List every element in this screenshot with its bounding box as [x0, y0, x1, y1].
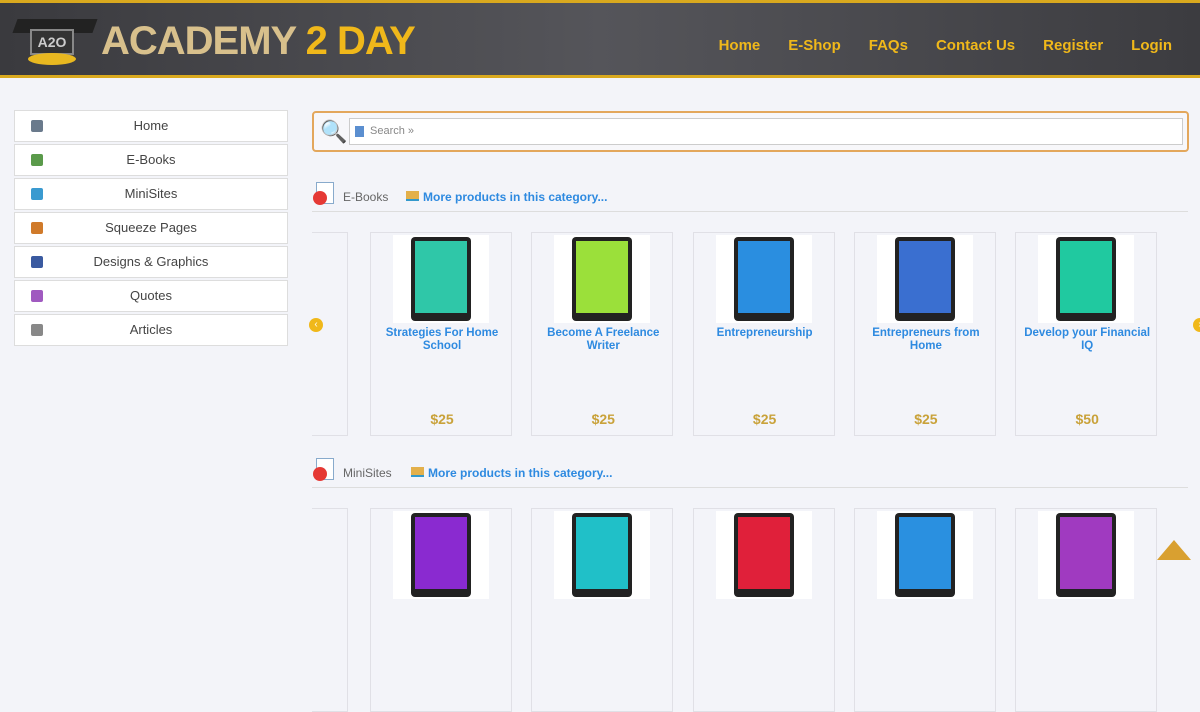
category-name: MiniSites [343, 466, 392, 480]
product-price: $50 [1075, 411, 1099, 427]
product-image [393, 235, 489, 323]
carousel-next-arrow[interactable]: › [1193, 318, 1200, 332]
sidebar-item-label: Articles [129, 322, 173, 337]
sidebar-item[interactable]: Articles [14, 314, 288, 346]
category-icon [31, 256, 43, 268]
category-icon [313, 182, 334, 205]
category-icon [31, 188, 43, 200]
scroll-to-top-button[interactable] [1157, 540, 1191, 560]
nav-eshop[interactable]: E-Shop [788, 37, 841, 54]
product-card[interactable] [370, 508, 512, 712]
sidebar: Home E-Books MiniSites Squeeze Pages Designs… [14, 110, 288, 348]
nav-faqs[interactable]: FAQs [869, 37, 908, 54]
product-card[interactable]: Entrepreneurship $25 [692, 232, 835, 436]
sidebar-item[interactable]: Home [14, 110, 288, 142]
product-card[interactable]: Develop your Financial IQ $50 [1015, 232, 1158, 436]
site-logo[interactable]: A2O ACADEMY 2 DAY [10, 17, 416, 65]
product-title[interactable]: Develop your Financial IQ [1024, 327, 1150, 353]
product-title[interactable]: Strategies For Home School [379, 327, 505, 353]
product-card[interactable] [1015, 508, 1158, 712]
nav-login[interactable]: Login [1131, 37, 1172, 54]
sidebar-item-label: Quotes [130, 288, 172, 303]
nav-home[interactable]: Home [719, 37, 761, 54]
main-nav: Home E-Shop FAQs Contact Us Register Log… [719, 37, 1172, 54]
category-icon [31, 290, 43, 302]
product-card[interactable]: Entrepreneurs from Home $25 [853, 232, 996, 436]
search-input[interactable]: Search » [349, 118, 1183, 145]
sidebar-item[interactable]: E-Books [14, 144, 288, 176]
sidebar-item-label: Home [133, 118, 169, 133]
category-header: MiniSites More products in this category.… [312, 458, 1188, 488]
nav-register[interactable]: Register [1043, 37, 1103, 54]
product-title[interactable]: Become A Freelance Writer [540, 327, 666, 353]
sidebar-item-label: MiniSites [124, 186, 178, 201]
category-icon [313, 458, 334, 481]
site-header: A2O ACADEMY 2 DAY Home E-Shop FAQs Conta… [0, 0, 1200, 78]
product-card[interactable] [853, 508, 996, 712]
product-image [715, 235, 812, 323]
category-icon [31, 120, 43, 132]
category-icon [31, 154, 43, 166]
category-header: E-Books More products in this category... [312, 182, 1188, 212]
product-title[interactable]: Entrepreneurship [702, 327, 828, 340]
product-title[interactable]: Entrepreneurs from Home [863, 327, 989, 353]
product-card[interactable] [531, 508, 674, 712]
product-image [393, 511, 489, 599]
graduation-cap-icon: A2O [10, 17, 98, 65]
category-name: E-Books [343, 190, 389, 204]
sidebar-item-label: Squeeze Pages [105, 220, 197, 235]
product-image [554, 235, 651, 323]
product-price: $25 [914, 411, 938, 427]
search-icon[interactable]: 🔍 [320, 119, 347, 145]
product-image [1038, 235, 1135, 323]
product-card[interactable]: Strategies For Home School $25 [370, 232, 512, 436]
more-products-link[interactable]: More products in this category... [406, 190, 607, 204]
product-price: $25 [430, 411, 454, 427]
product-image [876, 235, 973, 323]
product-card-partial[interactable] [312, 508, 348, 712]
sidebar-item-label: E-Books [126, 152, 176, 167]
product-image [715, 511, 812, 599]
sidebar-item-label: Designs & Graphics [93, 254, 209, 269]
product-image [876, 511, 973, 599]
product-card[interactable] [692, 508, 835, 712]
product-card[interactable]: Become A Freelance Writer $25 [531, 232, 674, 436]
product-image [1038, 511, 1135, 599]
sidebar-item[interactable]: Designs & Graphics [14, 246, 288, 278]
product-price: $25 [591, 411, 615, 427]
sidebar-item[interactable]: Quotes [14, 280, 288, 312]
sidebar-item[interactable]: MiniSites [14, 178, 288, 210]
product-image [554, 511, 651, 599]
category-icon [31, 222, 43, 234]
more-products-link[interactable]: More products in this category... [411, 466, 612, 480]
category-icon [31, 324, 43, 336]
product-price: $25 [752, 411, 777, 427]
sidebar-item[interactable]: Squeeze Pages [14, 212, 288, 244]
search-bar: 🔍 Search » [312, 111, 1189, 152]
carousel-prev-arrow[interactable]: ‹ [309, 318, 323, 332]
nav-contact[interactable]: Contact Us [936, 37, 1015, 54]
